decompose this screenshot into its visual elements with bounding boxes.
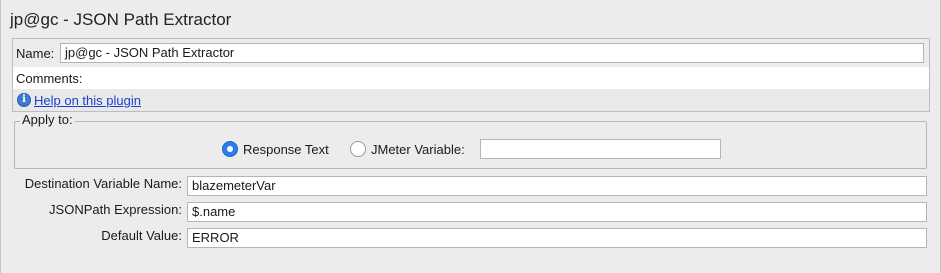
default-value-label: Default Value: [101, 228, 182, 243]
apply-to-group [14, 121, 927, 169]
help-row: i Help on this plugin [13, 89, 929, 111]
destination-variable-label: Destination Variable Name: [24, 176, 182, 191]
comments-label: Comments: [16, 71, 83, 86]
apply-to-legend: Apply to: [20, 112, 75, 127]
panel-title: jp@gc - JSON Path Extractor [10, 10, 232, 29]
name-input[interactable]: jp@gc - JSON Path Extractor [60, 43, 924, 63]
comments-row[interactable]: Comments: [13, 67, 929, 89]
name-row: Name: jp@gc - JSON Path Extractor [13, 39, 929, 67]
help-link[interactable]: Help on this plugin [34, 93, 141, 108]
response-text-label[interactable]: Response Text [243, 142, 329, 157]
jmeter-variable-label[interactable]: JMeter Variable: [371, 142, 465, 157]
jsonpath-expression-input[interactable]: $.name [187, 202, 927, 222]
default-value-input[interactable]: ERROR [187, 228, 927, 248]
name-label: Name: [16, 46, 55, 61]
jmeter-variable-input[interactable] [480, 139, 721, 159]
destination-variable-input[interactable]: blazemeterVar [187, 176, 927, 196]
jmeter-variable-radio[interactable] [350, 141, 366, 157]
info-icon: i [17, 93, 31, 107]
name-comments-group: Name: jp@gc - JSON Path Extractor Commen… [12, 38, 930, 112]
response-text-radio[interactable] [222, 141, 238, 157]
jsonpath-expression-label: JSONPath Expression: [49, 202, 182, 217]
json-path-extractor-panel: jp@gc - JSON Path Extractor Name: jp@gc … [0, 0, 941, 273]
